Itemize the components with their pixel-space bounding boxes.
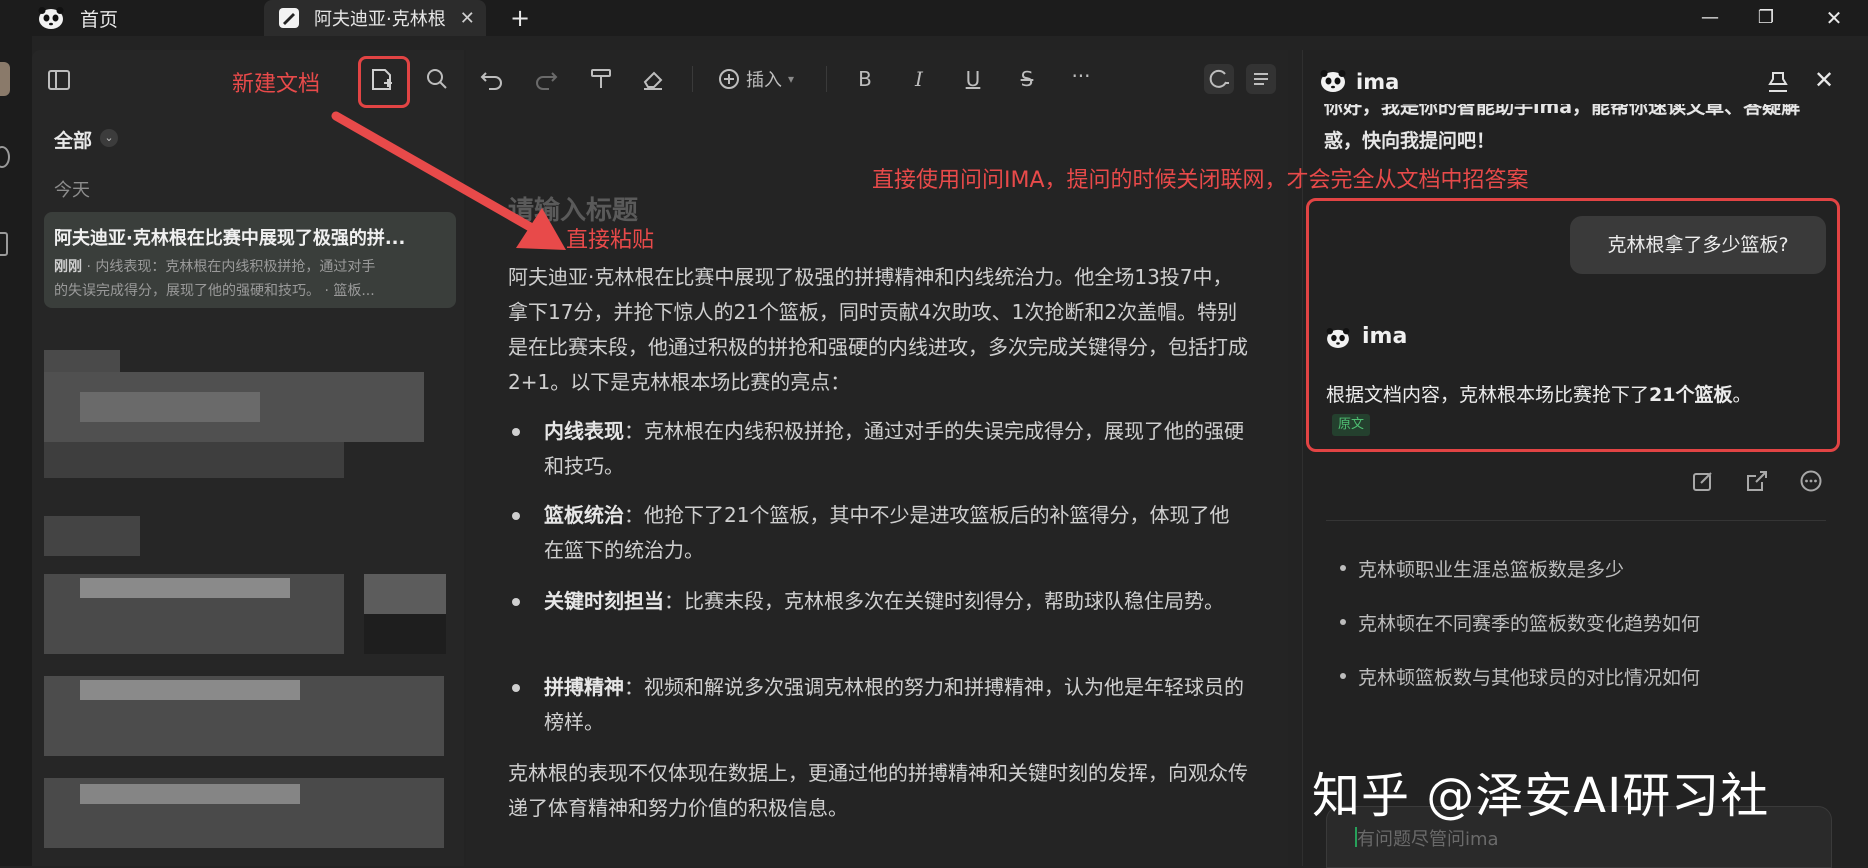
more-options-button[interactable]: ··· bbox=[1066, 62, 1096, 90]
bullet-title-4: 拼搏精神 bbox=[544, 675, 624, 699]
italic-button[interactable]: I bbox=[906, 65, 932, 93]
chat-app-name: ima bbox=[1356, 70, 1400, 94]
chat-greeting-container: 你好，我是你的智能助手ima，能帮你速读文章、答疑解惑，快向我提问吧！ bbox=[1324, 104, 1832, 166]
section-today-label: 今天 bbox=[54, 180, 90, 201]
user-message-bubble: 克林根拿了多少篮板? bbox=[1570, 216, 1826, 274]
new-tab-icon[interactable]: + bbox=[500, 4, 540, 32]
source-tag[interactable]: 原文 bbox=[1332, 414, 1371, 436]
share-icon[interactable] bbox=[1746, 470, 1768, 492]
bullet-item-3: 关键时刻担当：比赛末段，克林根多次在关键时刻得分，帮助球队稳住局势。 bbox=[508, 584, 1248, 619]
panda-logo-icon bbox=[1326, 328, 1350, 348]
new-doc-annotation: 新建文档 bbox=[232, 72, 321, 97]
bullet-text-1: ：克林根在内线积极拼抢，通过对手的失误完成得分，展现了他的强硬和技巧。 bbox=[544, 419, 1244, 478]
undo-icon[interactable] bbox=[480, 68, 504, 90]
chat-annotation: 直接使用问问IMA，提问的时候关闭联网，才会完全从文档中招答案 bbox=[872, 168, 1529, 193]
bullet-item-2: 篮板统治：他抢下了21个篮板，其中不少是进攻篮板后的补篮得分，体现了他在篮下的统… bbox=[508, 498, 1248, 568]
pin-icon[interactable] bbox=[1766, 70, 1790, 94]
panda-logo-icon bbox=[38, 7, 64, 29]
close-window-icon[interactable]: ✕ bbox=[1814, 4, 1854, 32]
bullet-text-2: ：他抢下了21个篮板，其中不少是进攻篮板后的补篮得分，体现了他在篮下的统治力。 bbox=[544, 503, 1230, 562]
toolbar-divider bbox=[826, 66, 827, 92]
left-rail bbox=[0, 36, 32, 866]
tab-document[interactable]: 阿夫迪亚·克林根 ✕ bbox=[264, 0, 486, 36]
caret-down-icon: ▾ bbox=[788, 72, 795, 86]
doc-item-time: 刚刚 bbox=[54, 259, 82, 275]
eraser-icon[interactable] bbox=[642, 68, 664, 90]
chat-greeting: 你好，我是你的智能助手ima，能帮你速读文章、答疑解惑，快向我提问吧！ bbox=[1324, 104, 1801, 152]
watermark: 知乎 @泽安AI研习社 bbox=[1312, 768, 1770, 824]
toolbar-divider bbox=[692, 66, 693, 92]
minimize-icon[interactable]: — bbox=[1690, 4, 1730, 32]
format-painter-icon[interactable] bbox=[590, 68, 612, 90]
tab-home[interactable]: 首页 bbox=[38, 0, 258, 36]
sidebar-toggle-icon[interactable] bbox=[48, 70, 70, 90]
insert-menu-button[interactable]: 插入 ▾ bbox=[718, 64, 794, 94]
bot-answer-highlight: 21个篮板 bbox=[1649, 384, 1733, 406]
intro-paragraph: 阿夫迪亚·克林根在比赛中展现了极强的拼搏精神和内线统治力。他全场13投7中，拿下… bbox=[508, 265, 1248, 394]
list-icon bbox=[1254, 73, 1268, 85]
bot-answer: 根据文档内容，克林根本场比赛抢下了21个篮板。 bbox=[1326, 380, 1830, 407]
tab-home-label: 首页 bbox=[80, 8, 119, 31]
avatar[interactable] bbox=[0, 62, 10, 96]
suggestion-2[interactable]: 克林顿在不同赛季的篮板数变化趋势如何 bbox=[1338, 609, 1700, 636]
ai-refresh-icon bbox=[1209, 69, 1229, 88]
bold-button[interactable]: B bbox=[852, 65, 878, 93]
edit-note-icon[interactable] bbox=[1692, 470, 1714, 492]
bullet-text-3: ：比赛末段，克林根多次在关键时刻得分，帮助球队稳住局势。 bbox=[664, 589, 1224, 613]
chat-input-placeholder: 有问题尽管问ima bbox=[1357, 829, 1499, 850]
document-edit-icon bbox=[279, 8, 299, 28]
search-icon[interactable] bbox=[426, 68, 448, 90]
bullet-item-4: 拼搏精神：视频和解说多次强调克林根的努力和拼搏精神，认为他是年轻球员的榜样。 bbox=[508, 670, 1248, 740]
bullet-title-2: 篮板统治 bbox=[544, 503, 624, 527]
bot-answer-suffix: 。 bbox=[1732, 384, 1752, 406]
chevron-down-icon[interactable]: ⌄ bbox=[100, 129, 118, 147]
text-cursor bbox=[1355, 827, 1357, 847]
strikethrough-button[interactable]: S bbox=[1014, 65, 1040, 93]
bot-answer-prefix: 根据文档内容，克林根本场比赛抢下了 bbox=[1326, 384, 1650, 406]
maximize-icon[interactable]: ❐ bbox=[1746, 4, 1786, 32]
doc-item-preview-1: · 内线表现：克林根在内线积极拼抢，通过对手 bbox=[82, 259, 376, 275]
panda-logo-icon bbox=[1320, 70, 1346, 92]
plus-circle-icon bbox=[719, 69, 739, 89]
annotation-arrow bbox=[331, 111, 566, 250]
suggestion-1[interactable]: 克林顿职业生涯总篮板数是多少 bbox=[1338, 555, 1624, 582]
new-document-icon[interactable] bbox=[370, 68, 394, 92]
bot-name: ima bbox=[1362, 324, 1408, 349]
bullet-title-3: 关键时刻担当 bbox=[544, 589, 664, 613]
redo-icon[interactable] bbox=[534, 68, 558, 90]
title-bar: 首页 阿夫迪亚·克林根 ✕ + — ❐ ✕ bbox=[0, 0, 1868, 36]
outro-paragraph: 克林根的表现不仅体现在数据上，更通过他的拼搏精神和关键时刻的发挥，向观众传递了体… bbox=[508, 761, 1248, 820]
bullet-text-4: ：视频和解说多次强调克林根的努力和拼搏精神，认为他是年轻球员的榜样。 bbox=[544, 675, 1244, 734]
close-chat-icon[interactable]: ✕ bbox=[1814, 66, 1834, 94]
doc-item-preview-2: 的失误完成得分，展现了他的强硬和技巧。 · 篮板... bbox=[54, 283, 375, 299]
tab-close-icon[interactable]: ✕ bbox=[460, 8, 475, 29]
underline-button[interactable]: U bbox=[960, 65, 986, 93]
bullet-item-1: 内线表现：克林根在内线积极拼抢，通过对手的失误完成得分，展现了他的强硬和技巧。 bbox=[508, 414, 1248, 484]
ai-assist-button[interactable] bbox=[1204, 64, 1234, 94]
more-actions-icon[interactable] bbox=[1800, 470, 1822, 492]
bullet-title-1: 内线表现 bbox=[544, 419, 624, 443]
tab-document-label: 阿夫迪亚·克林根 bbox=[314, 9, 446, 30]
rail-history-icon[interactable] bbox=[0, 146, 10, 168]
chat-divider bbox=[1326, 520, 1826, 521]
outline-button[interactable] bbox=[1246, 64, 1276, 94]
insert-label: 插入 bbox=[746, 70, 782, 91]
rail-settings-icon[interactable] bbox=[0, 232, 8, 256]
suggestion-3[interactable]: 克林顿篮板数与其他球员的对比情况如何 bbox=[1338, 663, 1700, 690]
filter-all-label[interactable]: 全部 bbox=[54, 126, 92, 153]
